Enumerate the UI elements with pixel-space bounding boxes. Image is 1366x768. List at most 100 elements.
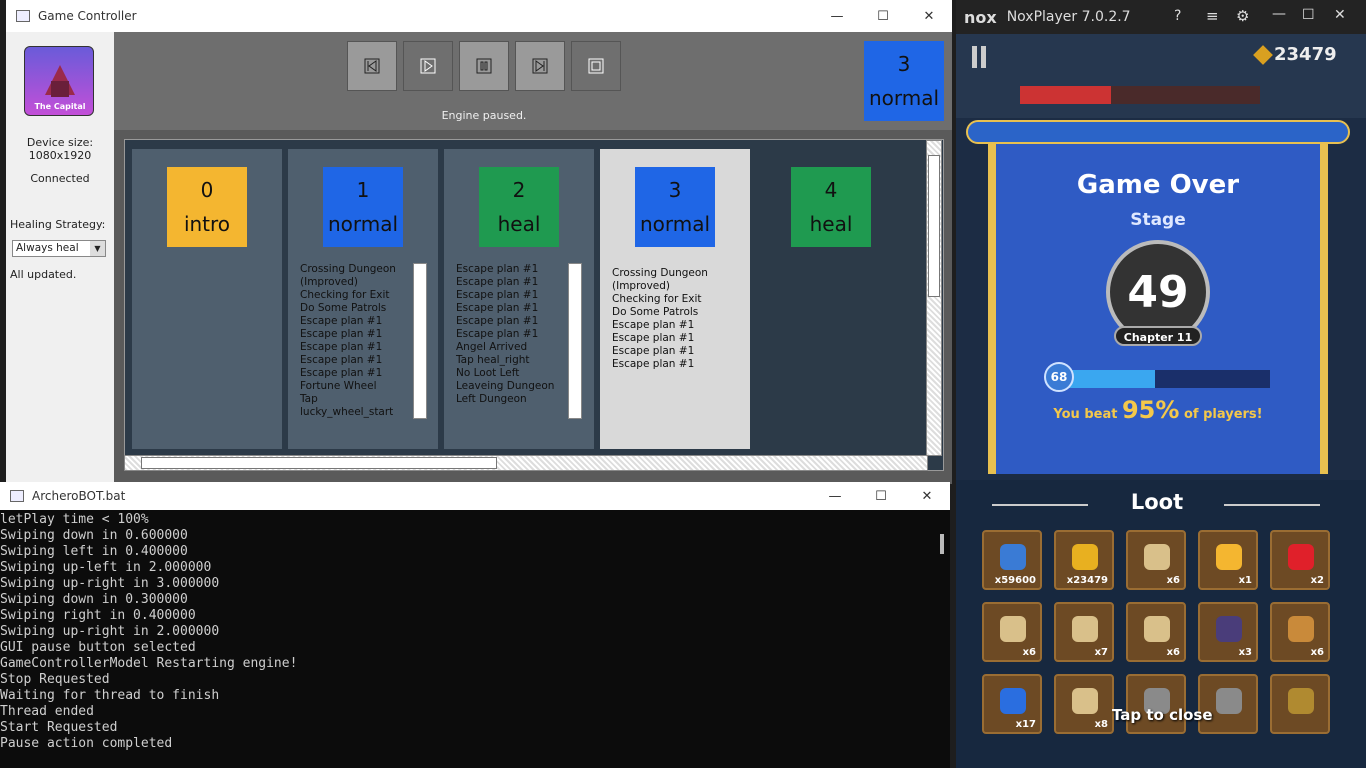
- horizontal-scroll-thumb[interactable]: [141, 457, 497, 469]
- console-line: Swiping down in 0.300000: [0, 592, 188, 607]
- tap-to-close[interactable]: Tap to close: [1112, 706, 1213, 724]
- xp-bar-fill: [1060, 370, 1155, 388]
- game-logo: The Capital: [24, 46, 94, 116]
- maximize-button[interactable]: ☐: [860, 0, 906, 32]
- loot-count: x3: [1238, 647, 1252, 658]
- state-log: Crossing Dungeon (Improved) Checking for E…: [300, 263, 396, 419]
- pause-button[interactable]: [459, 41, 509, 91]
- stop-icon: [588, 58, 604, 74]
- healing-strategy-select[interactable]: Always heal ▼: [12, 240, 106, 257]
- loot-item[interactable]: x3: [1198, 602, 1258, 662]
- log-line: Escape plan #1: [456, 289, 539, 301]
- loot-count: x59600: [994, 575, 1036, 586]
- log-line: Escape plan #1: [612, 358, 695, 370]
- vertical-scrollbar[interactable]: [926, 140, 942, 456]
- console-line: Start Requested: [0, 720, 118, 735]
- loot-item[interactable]: x23479: [1054, 530, 1114, 590]
- loot-item[interactable]: x17: [982, 674, 1042, 734]
- current-state-badge: 3 normal: [864, 41, 944, 121]
- state-badge: 0 intro: [167, 167, 247, 247]
- console-line: Swiping left in 0.400000: [0, 544, 188, 559]
- console-line: Swiping right in 0.400000: [0, 608, 196, 623]
- loot-item[interactable]: x6: [1126, 602, 1186, 662]
- beat-text: You beat 95% of players!: [996, 396, 1320, 424]
- chevron-down-icon[interactable]: ▼: [90, 241, 105, 256]
- state-card[interactable]: 1 normal Crossing Dungeon (Improved) Checkin…: [288, 149, 438, 449]
- play-button[interactable]: [403, 41, 453, 91]
- loot-count: x1: [1238, 575, 1252, 586]
- log-line: Escape plan #1: [456, 328, 539, 340]
- help-icon[interactable]: ?: [1174, 8, 1181, 24]
- stop-button[interactable]: [571, 41, 621, 91]
- gear-icon[interactable]: ⚙: [1236, 7, 1249, 25]
- loot-count: x8: [1094, 719, 1108, 730]
- state-name: normal: [327, 212, 399, 236]
- maximize-icon[interactable]: ☐: [1302, 7, 1315, 23]
- loot-item[interactable]: x1: [1198, 530, 1258, 590]
- minimize-button[interactable]: —: [814, 0, 860, 32]
- state-log: Crossing Dungeon (Improved) Checking for E…: [612, 267, 708, 371]
- chapter-label: Chapter 11: [1114, 326, 1202, 346]
- state-index: 1: [356, 178, 370, 202]
- console-line: GUI pause button selected: [0, 640, 196, 655]
- console-close-button[interactable]: ✕: [904, 482, 950, 510]
- console-maximize-button[interactable]: ☐: [858, 482, 904, 510]
- log-scrollbar[interactable]: [568, 263, 582, 419]
- log-scrollbar[interactable]: [413, 263, 427, 419]
- pause-game-icon[interactable]: [970, 46, 988, 68]
- state-log: Escape plan #1 Escape plan #1 Escape plan …: [456, 263, 554, 406]
- console-minimize-button[interactable]: —: [812, 482, 858, 510]
- ring-scroll-icon: [1000, 616, 1026, 642]
- state-card[interactable]: 2 heal Escape plan #1 Escape plan #1 Escape …: [444, 149, 594, 449]
- log-line: Escape plan #1: [612, 345, 695, 357]
- state-name: heal: [809, 212, 853, 236]
- loot-item[interactable]: x2: [1270, 530, 1330, 590]
- loot-item[interactable]: [1198, 674, 1258, 734]
- loot-count: x6: [1166, 647, 1180, 658]
- state-card[interactable]: 0 intro: [132, 149, 282, 449]
- play-icon: [420, 58, 436, 74]
- menu-icon[interactable]: ≡: [1206, 7, 1219, 25]
- beat-percent: 95%: [1121, 396, 1180, 424]
- loot-count: x6: [1310, 647, 1324, 658]
- log-line: Angel Arrived: [456, 341, 528, 353]
- close-button[interactable]: ✕: [906, 0, 952, 32]
- minimize-icon[interactable]: —: [1272, 6, 1286, 22]
- skip-forward-button[interactable]: [515, 41, 565, 91]
- state-index: 4: [824, 178, 838, 202]
- loot-item[interactable]: x8: [1054, 674, 1114, 734]
- horizontal-scrollbar[interactable]: [124, 455, 928, 471]
- log-line: Escape plan #1: [300, 354, 383, 366]
- loot-count: x7: [1094, 647, 1108, 658]
- app-icon: [16, 10, 30, 22]
- state-badge: 3 normal: [635, 167, 715, 247]
- log-line: Do Some Patrols: [612, 306, 699, 318]
- loot-item[interactable]: x6: [1270, 602, 1330, 662]
- loot-item[interactable]: x6: [982, 602, 1042, 662]
- log-line: Escape plan #1: [300, 315, 383, 327]
- console-line: GameControllerModel Restarting engine!: [0, 656, 298, 671]
- game-controller-window: Game Controller — ☐ ✕ The Capital Device…: [6, 0, 952, 484]
- close-icon[interactable]: ✕: [1334, 7, 1346, 23]
- nox-logo: nox: [964, 7, 997, 27]
- log-line: Crossing Dungeon: [612, 267, 708, 279]
- armor-scroll-icon: [1072, 688, 1098, 714]
- console-titlebar[interactable]: ArcheroBOT.bat — ☐ ✕: [0, 482, 950, 510]
- state-card[interactable]: 3 normal Crossing Dungeon (Improved) Checkin…: [600, 149, 750, 449]
- loot-count: x6: [1166, 575, 1180, 586]
- loot-item[interactable]: x6: [1126, 530, 1186, 590]
- loot-item[interactable]: x7: [1054, 602, 1114, 662]
- loot-item[interactable]: x59600: [982, 530, 1042, 590]
- state-index: 3: [668, 178, 682, 202]
- vertical-scroll-thumb[interactable]: [928, 155, 940, 297]
- logo-text: The Capital: [34, 102, 86, 111]
- loot-item[interactable]: [1126, 674, 1186, 734]
- nox-titlebar[interactable]: nox NoxPlayer 7.0.2.7 ? ≡ ⚙ — ☐ ✕: [956, 0, 1366, 34]
- log-line: Escape plan #1: [456, 302, 539, 314]
- console-scroll-thumb[interactable]: [940, 534, 944, 554]
- state-card[interactable]: 4 heal: [756, 149, 906, 449]
- loot-item[interactable]: [1270, 674, 1330, 734]
- skip-back-button[interactable]: [347, 41, 397, 91]
- game-controller-titlebar[interactable]: Game Controller — ☐ ✕: [6, 0, 952, 32]
- log-line: Escape plan #1: [456, 315, 539, 327]
